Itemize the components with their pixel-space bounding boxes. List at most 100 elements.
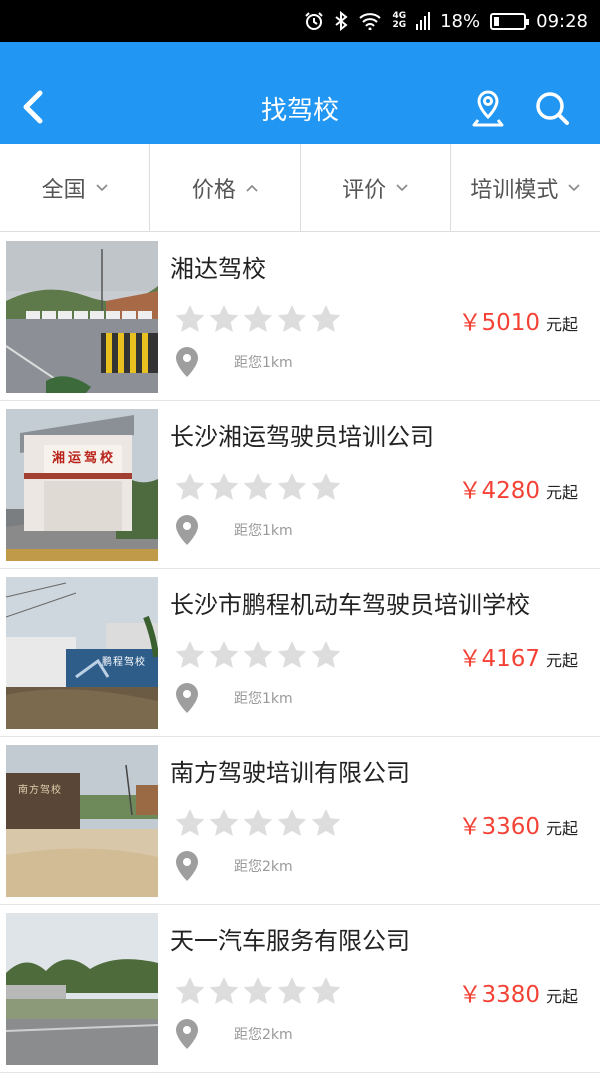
star-icon bbox=[243, 641, 273, 668]
rating-stars bbox=[174, 471, 342, 503]
price: ￥4280 元起 bbox=[458, 471, 578, 505]
star-icon bbox=[311, 641, 341, 668]
rating-stars bbox=[174, 975, 342, 1007]
photo-sign-text: 鹏程驾校 bbox=[102, 657, 146, 668]
status-bar: 4G 2G 18% 09:28 bbox=[0, 0, 600, 42]
battery-percent: 18% bbox=[440, 10, 481, 32]
school-photo: 鹏程驾校 bbox=[6, 577, 158, 729]
star-icon bbox=[209, 641, 239, 668]
filter-bar: 全国 价格 评价 培训模式 bbox=[0, 144, 600, 232]
distance: 距您2km bbox=[176, 1019, 293, 1049]
star-icon bbox=[175, 305, 205, 332]
school-list: 湘达驾校 ￥5010 元起 距您1km 湘运驾校 长沙湘运驾驶员培训公司 ￥42… bbox=[0, 233, 600, 1073]
location-pin-icon bbox=[176, 515, 198, 545]
star-icon bbox=[311, 473, 341, 500]
photo-sign-text: 南方驾校 bbox=[18, 785, 62, 796]
chevron-down-icon bbox=[96, 183, 108, 191]
school-card[interactable]: 南方驾校 南方驾驶培训有限公司 ￥3360 元起 距您2km bbox=[0, 737, 600, 905]
bluetooth-icon bbox=[334, 11, 349, 31]
distance-text: 距您2km bbox=[234, 859, 293, 875]
filter-region[interactable]: 全国 bbox=[0, 144, 151, 231]
filter-region-label: 全国 bbox=[41, 177, 86, 203]
star-icon bbox=[311, 809, 341, 836]
alarm-icon bbox=[304, 11, 324, 31]
school-card[interactable]: 鹏程驾校 长沙市鹏程机动车驾驶员培训学校 ￥4167 元起 距您1km bbox=[0, 569, 600, 737]
battery-icon bbox=[490, 12, 530, 30]
price-suffix: 元起 bbox=[545, 987, 578, 1006]
rating-stars bbox=[174, 639, 342, 671]
chevron-down-icon bbox=[568, 183, 580, 191]
school-name: 南方驾驶培训有限公司 bbox=[170, 759, 410, 787]
school-name: 长沙湘运驾驶员培训公司 bbox=[170, 423, 434, 451]
search-button[interactable] bbox=[532, 88, 572, 128]
filter-training-mode-label: 培训模式 bbox=[470, 177, 559, 203]
app-header: 找驾校 bbox=[0, 42, 600, 144]
search-icon bbox=[536, 92, 569, 125]
filter-price[interactable]: 价格 bbox=[150, 144, 301, 231]
map-pin-icon bbox=[472, 90, 504, 127]
filter-training-mode[interactable]: 培训模式 bbox=[451, 144, 600, 231]
photo-sign-text: 湘运驾校 bbox=[52, 451, 117, 466]
price-suffix: 元起 bbox=[545, 483, 578, 502]
price-suffix: 元起 bbox=[545, 651, 578, 670]
star-icon bbox=[175, 641, 205, 668]
signal-icon bbox=[416, 12, 431, 30]
star-icon bbox=[243, 305, 273, 332]
price-suffix: 元起 bbox=[545, 819, 578, 838]
price-value: ￥4280 bbox=[458, 478, 540, 504]
distance: 距您1km bbox=[176, 515, 293, 545]
map-location-button[interactable] bbox=[468, 88, 508, 128]
star-icon bbox=[311, 305, 341, 332]
distance-text: 距您1km bbox=[234, 691, 293, 707]
school-photo: 湘运驾校 bbox=[6, 409, 158, 561]
distance-text: 距您1km bbox=[234, 523, 293, 539]
price: ￥3380 元起 bbox=[458, 975, 578, 1009]
star-icon bbox=[209, 473, 239, 500]
location-pin-icon bbox=[176, 1019, 198, 1049]
star-icon bbox=[209, 305, 239, 332]
price-value: ￥3360 bbox=[458, 814, 540, 840]
location-pin-icon bbox=[176, 851, 198, 881]
status-time: 09:28 bbox=[536, 10, 588, 32]
rating-stars bbox=[174, 807, 342, 839]
school-name: 长沙市鹏程机动车驾驶员培训学校 bbox=[170, 591, 530, 619]
network-type: 4G 2G bbox=[392, 11, 407, 30]
star-icon bbox=[277, 977, 307, 1004]
filter-rating-label: 评价 bbox=[342, 177, 387, 203]
star-icon bbox=[243, 809, 273, 836]
chevron-up-icon bbox=[246, 184, 258, 192]
price-value: ￥4167 bbox=[458, 646, 540, 672]
star-icon bbox=[175, 473, 205, 500]
distance-text: 距您2km bbox=[234, 1027, 293, 1043]
price-suffix: 元起 bbox=[545, 315, 578, 334]
star-icon bbox=[243, 473, 273, 500]
distance: 距您2km bbox=[176, 851, 293, 881]
page-title: 找驾校 bbox=[260, 96, 339, 126]
star-icon bbox=[243, 977, 273, 1004]
location-pin-icon bbox=[176, 347, 198, 377]
star-icon bbox=[277, 809, 307, 836]
star-icon bbox=[277, 641, 307, 668]
school-card[interactable]: 湘达驾校 ￥5010 元起 距您1km bbox=[0, 233, 600, 401]
star-icon bbox=[277, 473, 307, 500]
star-icon bbox=[175, 977, 205, 1004]
school-photo bbox=[6, 913, 158, 1065]
distance: 距您1km bbox=[176, 683, 293, 713]
school-name: 天一汽车服务有限公司 bbox=[170, 927, 410, 955]
star-icon bbox=[209, 809, 239, 836]
filter-rating[interactable]: 评价 bbox=[301, 144, 451, 231]
chevron-down-icon bbox=[396, 183, 408, 191]
price: ￥3360 元起 bbox=[458, 807, 578, 841]
distance-text: 距您1km bbox=[234, 355, 293, 371]
status-indicators: 4G 2G 18% 09:28 bbox=[304, 0, 588, 42]
school-card[interactable]: 天一汽车服务有限公司 ￥3380 元起 距您2km bbox=[0, 905, 600, 1073]
school-name: 湘达驾校 bbox=[170, 255, 266, 283]
star-icon bbox=[175, 809, 205, 836]
price-value: ￥3380 bbox=[458, 982, 540, 1008]
rating-stars bbox=[174, 303, 342, 335]
star-icon bbox=[209, 977, 239, 1004]
star-icon bbox=[277, 305, 307, 332]
school-photo bbox=[6, 241, 158, 393]
star-icon bbox=[311, 977, 341, 1004]
school-card[interactable]: 湘运驾校 长沙湘运驾驶员培训公司 ￥4280 元起 距您1km bbox=[0, 401, 600, 569]
